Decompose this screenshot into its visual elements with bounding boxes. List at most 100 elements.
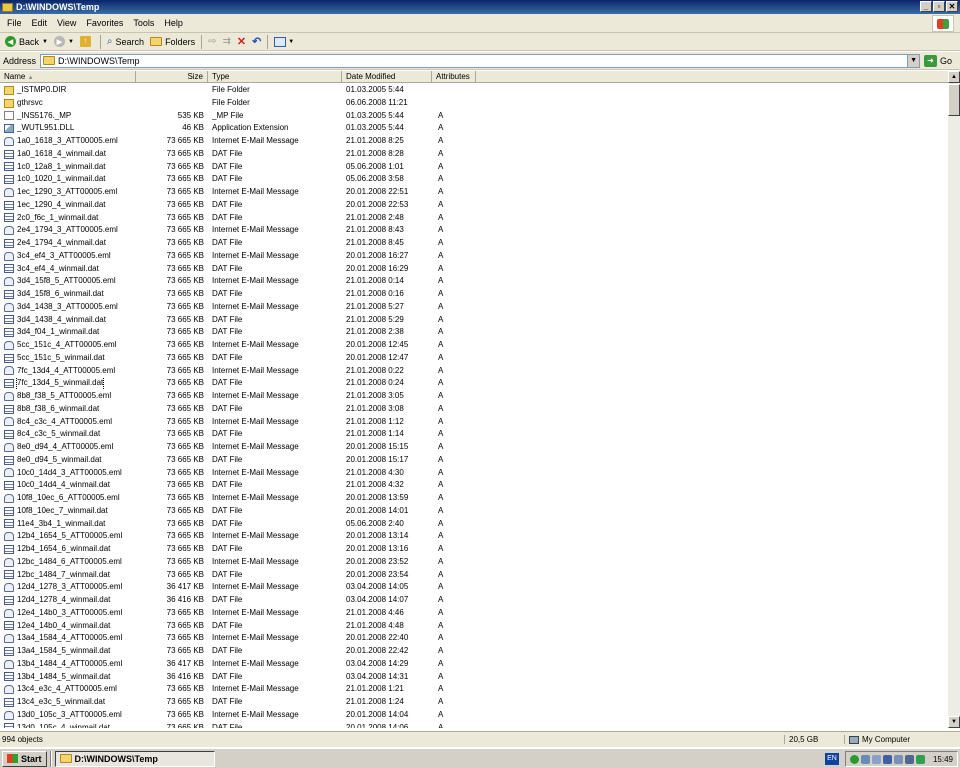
folder-icon <box>4 98 14 108</box>
table-row[interactable]: 7fc_13d4_4_ATT00005.eml 73 665 KB Internet… <box>0 365 948 378</box>
forward-button[interactable]: ▶ ▼ <box>51 34 77 50</box>
chevron-down-icon[interactable]: ▼ <box>42 39 48 45</box>
table-row[interactable]: 12bc_1484_6_ATT00005.eml 73 665 KB Interne… <box>0 556 948 569</box>
column-header-date[interactable]: Date Modified <box>342 71 432 83</box>
search-button[interactable]: ⌕ Search <box>104 34 147 50</box>
undo-button[interactable]: ↶ <box>249 34 264 50</box>
tray-shield-icon[interactable] <box>915 754 925 764</box>
table-row[interactable]: _WUTL951.DLL 46 KB Application Extension 01… <box>0 122 948 135</box>
dat-file-icon <box>4 621 14 631</box>
title-bar[interactable]: D:\WINDOWS\Temp _ ▫ ✕ <box>0 0 960 14</box>
table-row[interactable]: 3d4_f04_1_winmail.dat 73 665 KB DAT File 21… <box>0 326 948 339</box>
table-row[interactable]: 2e4_1794_4_winmail.dat 73 665 KB DAT File 2… <box>0 237 948 250</box>
table-row[interactable]: 13c4_e3c_5_winmail.dat 73 665 KB DAT File 2… <box>0 696 948 709</box>
table-row[interactable]: 1a0_1618_3_ATT00005.eml 73 665 KB Internet… <box>0 135 948 148</box>
address-dropdown-icon[interactable]: ▼ <box>907 54 920 67</box>
start-button[interactable]: Start <box>2 750 47 767</box>
back-button[interactable]: ◀ Back ▼ <box>2 34 51 50</box>
tray-printer-icon[interactable] <box>904 754 914 764</box>
table-row[interactable]: 12bc_1484_7_winmail.dat 73 665 KB DAT File… <box>0 569 948 582</box>
menu-file[interactable]: File <box>2 18 27 28</box>
views-button[interactable]: ▼ <box>271 34 297 50</box>
table-row[interactable]: 8c4_c3c_4_ATT00005.eml 73 665 KB Internet … <box>0 416 948 429</box>
table-row[interactable]: 12e4_14b0_4_winmail.dat 73 665 KB DAT File… <box>0 620 948 633</box>
file-list[interactable]: Name ▲ Size Type Date Modified Attribute… <box>0 71 948 728</box>
table-row[interactable]: 1a0_1618_4_winmail.dat 73 665 KB DAT File 2… <box>0 148 948 161</box>
table-row[interactable]: 10c0_14d4_3_ATT00005.eml 73 665 KB Interne… <box>0 467 948 480</box>
table-row[interactable]: 8b8_f38_6_winmail.dat 73 665 KB DAT File 21… <box>0 403 948 416</box>
table-row[interactable]: 8e0_d94_5_winmail.dat 73 665 KB DAT File 20… <box>0 454 948 467</box>
table-row[interactable]: 12e4_14b0_3_ATT00005.eml 73 665 KB Interne… <box>0 607 948 620</box>
table-row[interactable]: 3d4_1438_4_winmail.dat 73 665 KB DAT File 2… <box>0 314 948 327</box>
menu-favorites[interactable]: Favorites <box>81 18 128 28</box>
table-row[interactable]: 10c0_14d4_4_winmail.dat 73 665 KB DAT File… <box>0 479 948 492</box>
table-row[interactable]: 2c0_f6c_1_winmail.dat 73 665 KB DAT File 21… <box>0 212 948 225</box>
table-row[interactable]: 1ec_1290_4_winmail.dat 73 665 KB DAT File 2… <box>0 199 948 212</box>
close-button[interactable]: ✕ <box>946 1 958 12</box>
table-row[interactable]: 13c4_e3c_4_ATT00005.eml 73 665 KB Internet… <box>0 683 948 696</box>
move-to-button[interactable]: ⇨ <box>205 34 219 50</box>
table-row[interactable]: 3c4_ef4_3_ATT00005.eml 73 665 KB Internet … <box>0 250 948 263</box>
minimize-button[interactable]: _ <box>920 1 932 12</box>
chevron-down-icon[interactable]: ▼ <box>68 39 74 45</box>
table-row[interactable]: 10f8_10ec_7_winmail.dat 73 665 KB DAT File… <box>0 505 948 518</box>
up-folder-button[interactable]: ↑ <box>77 34 97 50</box>
table-row[interactable]: _ISTMP0.DIR File Folder 01.03.2005 5:44 <box>0 84 948 97</box>
table-row[interactable]: 1ec_1290_3_ATT00005.eml 73 665 KB Internet… <box>0 186 948 199</box>
tray-network-icon[interactable] <box>860 754 870 764</box>
menu-edit[interactable]: Edit <box>27 18 53 28</box>
table-row[interactable]: 1c0_1020_1_winmail.dat 73 665 KB DAT File 0… <box>0 173 948 186</box>
table-row[interactable]: 13a4_1584_4_ATT00005.eml 73 665 KB Interne… <box>0 632 948 645</box>
table-row[interactable]: 13d0_105c_4_winmail.dat 73 665 KB DAT File… <box>0 722 948 728</box>
column-header-name[interactable]: Name ▲ <box>0 71 136 83</box>
language-indicator[interactable]: EN <box>824 753 839 765</box>
table-row[interactable]: 3d4_1438_3_ATT00005.eml 73 665 KB Internet… <box>0 301 948 314</box>
menu-view[interactable]: View <box>52 18 81 28</box>
table-row[interactable]: 5cc_151c_5_winmail.dat 73 665 KB DAT File 2… <box>0 352 948 365</box>
table-row[interactable]: 3d4_15f8_6_winmail.dat 73 665 KB DAT File 2… <box>0 288 948 301</box>
menu-help[interactable]: Help <box>159 18 188 28</box>
file-date: 20.01.2008 22:40 <box>346 633 409 643</box>
menu-tools[interactable]: Tools <box>128 18 159 28</box>
table-row[interactable]: 10f8_10ec_6_ATT00005.eml 73 665 KB Interne… <box>0 492 948 505</box>
table-row[interactable]: 5cc_151c_4_ATT00005.eml 73 665 KB Internet… <box>0 339 948 352</box>
tray-network-icon[interactable] <box>893 754 903 764</box>
tray-monitor-icon[interactable] <box>882 754 892 764</box>
vertical-scrollbar[interactable]: ▲ ▼ <box>948 71 960 728</box>
folders-button[interactable]: Folders <box>147 34 198 50</box>
table-row[interactable]: 3d4_15f8_5_ATT00005.eml 73 665 KB Internet… <box>0 275 948 288</box>
table-row[interactable]: 13b4_1484_5_winmail.dat 36 416 KB DAT File… <box>0 671 948 684</box>
column-header-attributes[interactable]: Attributes <box>432 71 476 83</box>
table-row[interactable]: 8e0_d94_4_ATT00005.eml 73 665 KB Internet … <box>0 441 948 454</box>
copy-to-button[interactable]: ⇉ <box>219 34 233 50</box>
taskbar-item-explorer[interactable]: D:\WINDOWS\Temp <box>54 750 215 767</box>
table-row[interactable]: 11e4_3b4_1_winmail.dat 73 665 KB DAT File 0… <box>0 518 948 531</box>
table-row[interactable]: 13d0_105c_3_ATT00005.eml 73 665 KB Interne… <box>0 709 948 722</box>
table-row[interactable]: 1c0_12a8_1_winmail.dat 73 665 KB DAT File 0… <box>0 161 948 174</box>
tray-network-icon[interactable] <box>871 754 881 764</box>
table-row[interactable]: 8c4_c3c_5_winmail.dat 73 665 KB DAT File 21… <box>0 428 948 441</box>
scroll-up-button[interactable]: ▲ <box>948 71 960 83</box>
restore-button[interactable]: ▫ <box>933 1 945 12</box>
scroll-down-button[interactable]: ▼ <box>948 716 960 728</box>
table-row[interactable]: 8b8_f38_5_ATT00005.eml 73 665 KB Internet … <box>0 390 948 403</box>
file-type: Internet E-Mail Message <box>212 607 299 617</box>
table-row[interactable]: 2e4_1794_3_ATT00005.eml 73 665 KB Internet… <box>0 224 948 237</box>
table-row[interactable]: 12d4_1278_4_winmail.dat 36 416 KB DAT File… <box>0 594 948 607</box>
go-button[interactable]: ➜ Go <box>924 54 952 67</box>
table-row[interactable]: 12b4_1654_6_winmail.dat 73 665 KB DAT File… <box>0 543 948 556</box>
address-field[interactable]: D:\WINDOWS\Temp ▼ <box>40 53 921 68</box>
table-row[interactable]: 13a4_1584_5_winmail.dat 73 665 KB DAT File… <box>0 645 948 658</box>
table-row[interactable]: 13b4_1484_4_ATT00005.eml 36 417 KB Interne… <box>0 658 948 671</box>
tray-green-icon[interactable] <box>849 754 859 764</box>
column-header-type[interactable]: Type <box>208 71 342 83</box>
scroll-thumb[interactable] <box>948 84 960 116</box>
column-header-size[interactable]: Size <box>136 71 208 83</box>
table-row[interactable]: _INS5176._MP 535 KB _MP File 01.03.2005 5:4… <box>0 110 948 123</box>
table-row[interactable]: 12b4_1654_5_ATT00005.eml 73 665 KB Interne… <box>0 530 948 543</box>
table-row[interactable]: 7fc_13d4_5_winmail.dat 73 665 KB DAT File 2… <box>0 377 948 390</box>
table-row[interactable]: 3c4_ef4_4_winmail.dat 73 665 KB DAT File 20… <box>0 263 948 276</box>
table-row[interactable]: gthrsvc File Folder 06.06.2008 11:21 <box>0 97 948 110</box>
table-row[interactable]: 12d4_1278_3_ATT00005.eml 36 417 KB Interne… <box>0 581 948 594</box>
delete-button[interactable]: ✕ <box>234 34 249 50</box>
